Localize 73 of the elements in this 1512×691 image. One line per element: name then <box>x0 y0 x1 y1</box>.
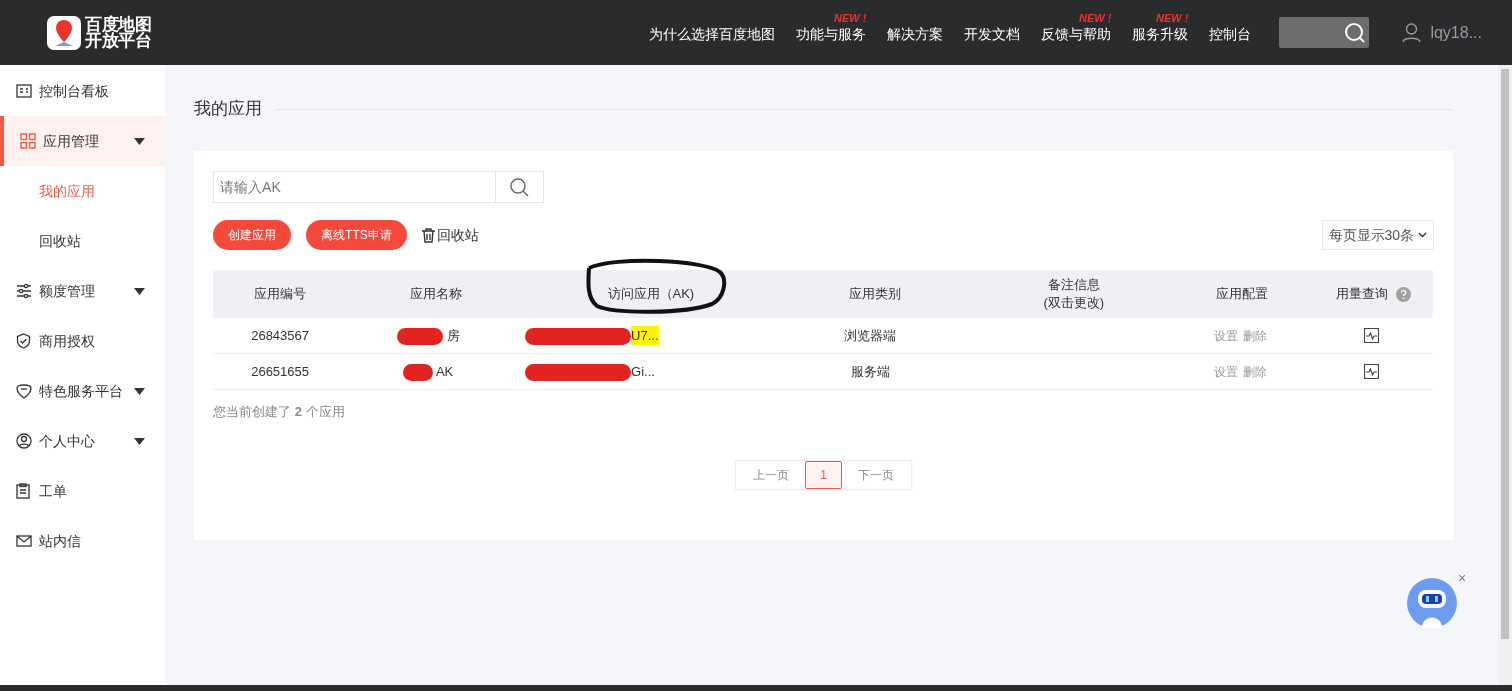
sidebar-item[interactable]: 控制台看板 <box>0 66 166 116</box>
trash-icon <box>421 227 435 243</box>
recycle-bin-link[interactable]: 回收站 <box>421 224 479 246</box>
summary-text: 您当前创建了 2 个应用 <box>213 403 346 421</box>
sidebar-item[interactable]: 额度管理 <box>0 266 166 316</box>
column-header: 备注信息 (双击更改) <box>1043 276 1105 312</box>
prev-page-link[interactable]: 上一页 <box>737 465 806 484</box>
sliders-icon <box>16 283 32 299</box>
next-page-link[interactable]: 下一页 <box>842 465 911 484</box>
sidebar-item[interactable]: 站内信 <box>0 516 166 566</box>
grid-icon <box>20 133 36 149</box>
search-input: 请输入AK <box>214 172 496 202</box>
sidebar-item[interactable]: 工单 <box>0 466 166 516</box>
user-icon <box>1402 22 1422 43</box>
table-cell: U7... <box>631 325 659 346</box>
table-cell-text: AK <box>435 362 454 381</box>
logo-text: 开放平台 <box>85 32 152 49</box>
table-cell-text: 服务端 <box>850 362 890 381</box>
close-button[interactable]: × <box>1458 571 1467 585</box>
sidebar-item[interactable]: 应用管理 <box>0 116 166 166</box>
nav-link[interactable]: 为什么选择百度地图 <box>649 24 776 45</box>
caret-icon <box>134 137 146 145</box>
nav-link[interactable]: 控制台 <box>1209 24 1252 45</box>
page-size-select[interactable]: 每页显示30条 <box>1321 220 1435 250</box>
mail-icon <box>16 535 32 547</box>
nav-link[interactable]: 功能与服务 <box>796 24 867 45</box>
sidebar-item[interactable]: 特色服务平台 <box>0 366 166 416</box>
new-label: NEW ! <box>1079 11 1112 26</box>
redaction-mark <box>396 325 443 346</box>
nav-link[interactable]: 开发文档 <box>964 24 1021 45</box>
search-icon <box>510 177 530 197</box>
column-header: 应用编号 <box>253 285 306 303</box>
search-field[interactable]: 请输入AK <box>213 171 545 203</box>
table-cell-text: 房 <box>446 326 460 345</box>
column-header: 应用名称 <box>410 285 463 303</box>
nav-link[interactable]: 反馈与帮助 <box>1041 24 1112 45</box>
shield-icon <box>16 333 31 349</box>
search-icon <box>1344 21 1367 44</box>
clipboard-icon <box>16 483 30 499</box>
column-header: 应用配置 <box>1216 285 1269 303</box>
new-label: NEW ! <box>834 11 867 26</box>
user-icon <box>16 433 32 449</box>
sidebar-subitem[interactable]: 回收站 <box>0 216 166 266</box>
column-header: 用量查询 <box>1335 285 1388 303</box>
sidebar-item[interactable]: 商用授权 <box>0 316 166 366</box>
nav-link[interactable]: 解决方案 <box>887 24 944 45</box>
logo-text: 百度地图 <box>85 16 152 33</box>
username-link[interactable]: lqy18... <box>1430 20 1482 45</box>
table-cell-text: Gi... <box>631 362 655 381</box>
caret-icon <box>134 437 146 445</box>
table-cell-text: 26843567 <box>251 326 309 345</box>
new-label: NEW ! <box>1156 11 1189 26</box>
help-icon <box>1395 286 1411 302</box>
chart-icon[interactable] <box>1364 328 1380 343</box>
robot-assistant-icon[interactable] <box>1407 578 1457 628</box>
column-header: 访问应用（AK) <box>607 285 695 303</box>
caret-icon <box>134 387 146 395</box>
chevron-down-icon <box>1418 232 1428 238</box>
search-field[interactable] <box>1279 17 1370 48</box>
chart-icon[interactable] <box>1364 364 1380 379</box>
id-card-icon <box>16 84 32 98</box>
redaction-mark <box>402 361 433 382</box>
speech-bubble-icon <box>16 383 32 399</box>
table-cell-text: 26651655 <box>251 362 309 381</box>
table-cell-text: 浏览器端 <box>844 326 897 345</box>
primary-button[interactable]: 创建应用 <box>213 220 292 250</box>
primary-button[interactable]: 离线TTS申请 <box>306 220 407 250</box>
column-header: 应用类别 <box>849 285 902 303</box>
logo-icon <box>47 15 81 50</box>
caret-icon <box>134 287 146 295</box>
sidebar-item[interactable]: 个人中心 <box>0 416 166 466</box>
page-title: 我的应用 <box>194 98 263 121</box>
nav-link[interactable]: 服务升级 <box>1132 24 1189 45</box>
